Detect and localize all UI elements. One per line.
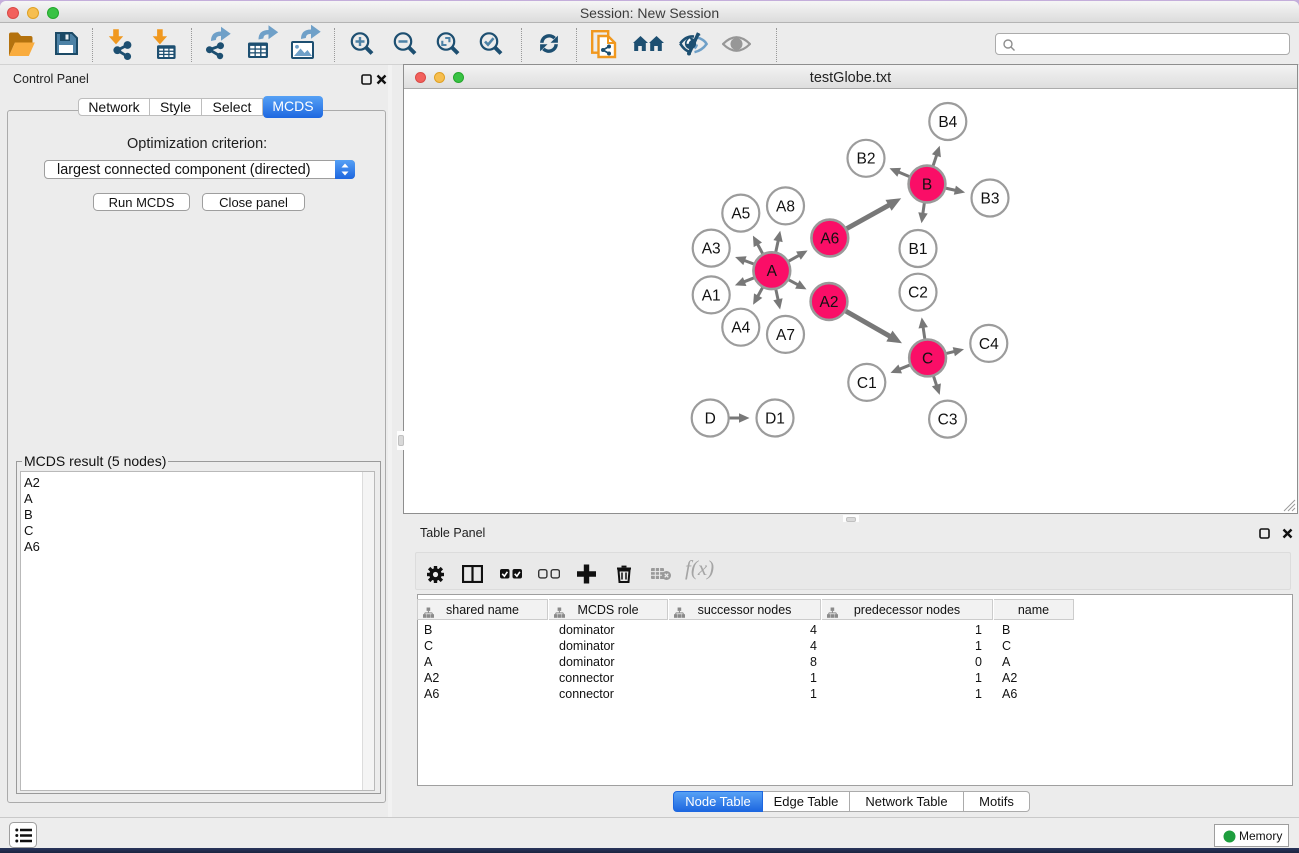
svg-text:C1: C1	[857, 375, 877, 392]
svg-text:C4: C4	[979, 336, 999, 353]
svg-text:A3: A3	[702, 241, 721, 258]
svg-text:B2: B2	[857, 151, 876, 168]
svg-text:B1: B1	[909, 241, 928, 258]
svg-text:C3: C3	[938, 412, 958, 429]
svg-text:D: D	[705, 410, 716, 427]
svg-text:A7: A7	[776, 327, 795, 344]
svg-text:C: C	[922, 350, 933, 367]
svg-text:C2: C2	[908, 285, 928, 302]
svg-text:A: A	[767, 263, 778, 280]
svg-text:B4: B4	[938, 114, 957, 131]
svg-text:A2: A2	[820, 294, 839, 311]
svg-text:A4: A4	[731, 320, 750, 337]
svg-text:A8: A8	[776, 198, 795, 215]
svg-text:D1: D1	[765, 410, 785, 427]
svg-text:A6: A6	[820, 230, 839, 247]
svg-text:A5: A5	[731, 206, 750, 223]
svg-text:B3: B3	[981, 190, 1000, 207]
svg-text:B: B	[922, 176, 932, 193]
svg-text:A1: A1	[702, 287, 721, 304]
